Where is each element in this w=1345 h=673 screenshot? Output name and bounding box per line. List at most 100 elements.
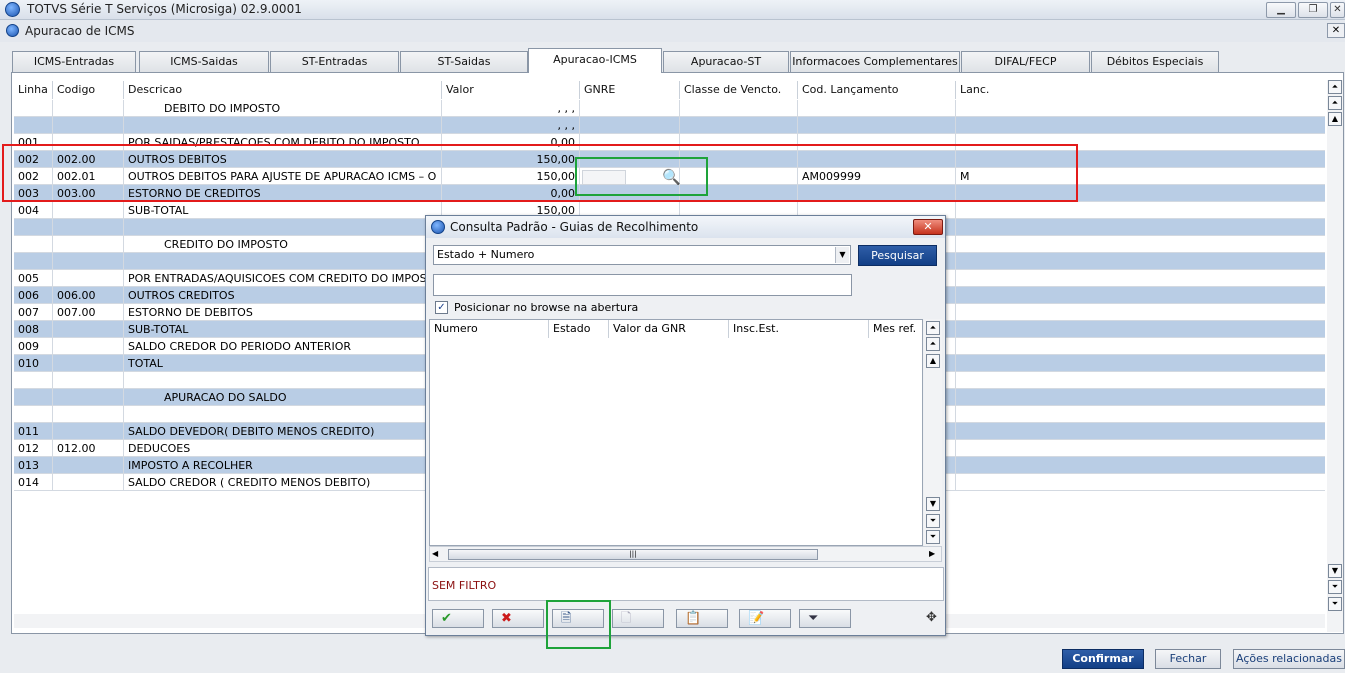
col-header-codigo[interactable]: Codigo <box>53 81 124 99</box>
cell-descricao[interactable]: DEBITO DO IMPOSTO <box>124 100 442 117</box>
cancel-x-icon[interactable]: ✖ <box>492 609 544 628</box>
tab-st-entradas[interactable]: ST-Entradas <box>270 51 399 72</box>
cell-codigo[interactable] <box>53 372 124 389</box>
cell-descricao[interactable]: SUB-TOTAL <box>124 321 442 338</box>
cell-codigo[interactable] <box>53 270 124 287</box>
cell-linha[interactable]: 009 <box>14 338 53 355</box>
cell-classe[interactable] <box>680 100 798 117</box>
cell-linha[interactable] <box>14 236 53 253</box>
cell-gnre[interactable] <box>580 117 680 134</box>
cell-linha[interactable]: 014 <box>14 474 53 491</box>
cell-codigo[interactable] <box>53 253 124 270</box>
tab-st-saidas[interactable]: ST-Saidas <box>400 51 528 72</box>
close-window-icon[interactable]: ✕ <box>1330 2 1345 18</box>
cell-lanc[interactable] <box>956 202 1325 219</box>
cell-codigo[interactable] <box>53 100 124 117</box>
gnre-results-grid[interactable] <box>429 319 923 546</box>
cell-lanc[interactable] <box>956 406 1325 423</box>
col-header-linha[interactable]: Linha <box>14 81 53 99</box>
cell-codigo[interactable]: 012.00 <box>53 440 124 457</box>
cell-linha[interactable] <box>14 117 53 134</box>
confirm-button[interactable]: Confirmar <box>1062 649 1144 669</box>
cell-lanc[interactable] <box>956 474 1325 491</box>
col-header-descricao[interactable]: Descricao <box>124 81 442 99</box>
cell-descricao[interactable]: POR ENTRADAS/AQUISICOES COM CREDITO DO I… <box>124 270 442 287</box>
cell-codigo[interactable]: 006.00 <box>53 287 124 304</box>
cell-descricao[interactable]: APURACAO DO SALDO <box>124 389 442 406</box>
chevron-down-icon[interactable]: ▼ <box>835 247 849 263</box>
dialog-hscroll-thumb[interactable]: ||| <box>448 549 818 560</box>
cell-classe[interactable] <box>680 117 798 134</box>
scroll-down-icon[interactable]: ▼ <box>1328 564 1342 578</box>
cell-descricao[interactable]: SALDO CREDOR DO PERIODO ANTERIOR <box>124 338 442 355</box>
cell-descricao[interactable] <box>124 219 442 236</box>
ok-check-icon[interactable]: ✔ <box>432 609 484 628</box>
tab-informacoes-complementares[interactable]: Informacoes Complementares <box>790 51 960 72</box>
tab-apuracao-st[interactable]: Apuracao-ST <box>663 51 789 72</box>
dlg-scroll-up-icon[interactable]: ▲ <box>926 354 940 368</box>
dlg-col-mes-ref[interactable]: Mes ref. <box>869 320 922 338</box>
cell-descricao[interactable]: CREDITO DO IMPOSTO <box>124 236 442 253</box>
cell-cod[interactable] <box>798 100 956 117</box>
dlg-scroll-pageup-icon[interactable]: ⏶ <box>926 337 940 351</box>
dlg-col-estado[interactable]: Estado <box>549 320 609 338</box>
cell-linha[interactable] <box>14 100 53 117</box>
cell-lanc[interactable] <box>956 287 1325 304</box>
cell-descricao[interactable]: SALDO DEVEDOR( DEBITO MENOS CREDITO) <box>124 423 442 440</box>
cell-lanc[interactable] <box>956 355 1325 372</box>
grid-vertical-scrollbar[interactable]: ⏶ ⏶ ▲ ▼ ⏷ ⏷ <box>1327 80 1343 632</box>
cell-linha[interactable] <box>14 253 53 270</box>
col-header-cod-lancamento[interactable]: Cod. Lançamento <box>798 81 956 99</box>
cell-codigo[interactable] <box>53 236 124 253</box>
cell-lanc[interactable] <box>956 304 1325 321</box>
table-row[interactable]: DEBITO DO IMPOSTO, , , <box>14 100 1325 117</box>
cell-lanc[interactable] <box>956 321 1325 338</box>
cell-codigo[interactable] <box>53 355 124 372</box>
cell-lanc[interactable] <box>956 457 1325 474</box>
index-select[interactable]: Estado + Numero <box>433 245 851 265</box>
tab-debitos-especiais[interactable]: Débitos Especiais <box>1091 51 1219 72</box>
cell-lanc[interactable] <box>956 100 1325 117</box>
cell-lanc[interactable] <box>956 338 1325 355</box>
scroll-bottom-icon[interactable]: ⏷ <box>1328 597 1342 611</box>
dialog-vertical-scrollbar[interactable]: ⏶ ⏶ ▲ ▼ ⏷ ⏷ <box>924 319 942 546</box>
cell-linha[interactable] <box>14 219 53 236</box>
cell-descricao[interactable]: ESTORNO DE DEBITOS <box>124 304 442 321</box>
col-header-gnre[interactable]: GNRE <box>580 81 680 99</box>
cell-lanc[interactable] <box>956 117 1325 134</box>
cell-linha[interactable]: 007 <box>14 304 53 321</box>
cell-lanc[interactable] <box>956 236 1325 253</box>
cell-descricao[interactable] <box>124 372 442 389</box>
cell-lanc[interactable] <box>956 372 1325 389</box>
dialog-close-icon[interactable]: ✕ <box>913 219 943 235</box>
tab-icms-saidas[interactable]: ICMS-Saidas <box>139 51 269 72</box>
cell-cod[interactable] <box>798 117 956 134</box>
cell-linha[interactable]: 005 <box>14 270 53 287</box>
scroll-pagedown-icon[interactable]: ⏷ <box>1328 580 1342 594</box>
cell-linha[interactable] <box>14 406 53 423</box>
filter-icon[interactable]: ⏷ <box>799 609 851 628</box>
dlg-scroll-bottom-icon[interactable]: ⏷ <box>926 530 940 544</box>
dlg-scroll-right-icon[interactable]: ▶ <box>929 549 935 558</box>
close-button[interactable]: Fechar <box>1155 649 1221 669</box>
cell-descricao[interactable]: IMPOSTO A RECOLHER <box>124 457 442 474</box>
cell-codigo[interactable] <box>53 457 124 474</box>
cell-codigo[interactable] <box>53 389 124 406</box>
cell-descricao[interactable] <box>124 406 442 423</box>
cell-codigo[interactable] <box>53 219 124 236</box>
cell-codigo[interactable] <box>53 338 124 355</box>
cell-linha[interactable] <box>14 372 53 389</box>
cell-descricao[interactable] <box>124 117 442 134</box>
restore-icon[interactable]: ❐ <box>1298 2 1328 18</box>
dlg-col-numero[interactable]: Numero <box>430 320 549 338</box>
cell-linha[interactable]: 006 <box>14 287 53 304</box>
cell-linha[interactable]: 008 <box>14 321 53 338</box>
cell-codigo[interactable]: 007.00 <box>53 304 124 321</box>
cell-descricao[interactable] <box>124 253 442 270</box>
move-icon[interactable]: ✥ <box>926 610 937 625</box>
col-header-classe-vencto[interactable]: Classe de Vencto. <box>680 81 798 99</box>
cell-descricao[interactable]: TOTAL <box>124 355 442 372</box>
cell-lanc[interactable] <box>956 440 1325 457</box>
scroll-top-icon[interactable]: ⏶ <box>1328 80 1342 94</box>
col-header-lanc[interactable]: Lanc. <box>956 81 1325 99</box>
